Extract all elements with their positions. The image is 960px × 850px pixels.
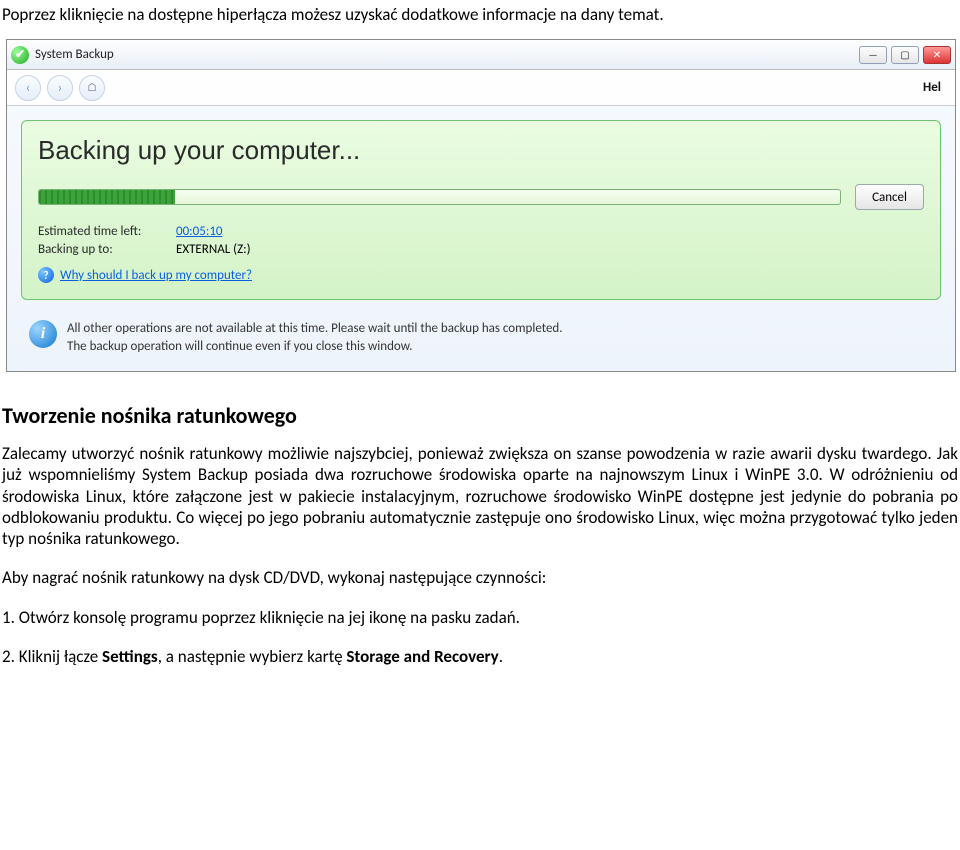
cancel-button[interactable]: Cancel	[855, 184, 924, 210]
info-line-1: All other operations are not available a…	[67, 320, 563, 338]
minimize-button[interactable]: —	[859, 46, 887, 64]
app-icon: ✔	[11, 46, 29, 64]
target-value: EXTERNAL (Z:)	[176, 242, 251, 257]
paragraph-2: Aby nagrać nośnik ratunkowy na dysk CD/D…	[2, 567, 958, 588]
backup-panel: Backing up your computer... Cancel Estim…	[21, 120, 941, 300]
why-backup-link[interactable]: Why should I back up my computer?	[60, 268, 252, 283]
home-icon[interactable]: ⌂	[79, 75, 105, 101]
close-button[interactable]: ✕	[923, 46, 951, 64]
nav-bar: ‹ › ⌂ Hel	[7, 70, 955, 106]
titlebar: ✔ System Backup — ▢ ✕	[7, 40, 955, 70]
info-line-2: The backup operation will continue even …	[67, 338, 563, 356]
paragraph-1: Zalecamy utworzyć nośnik ratunkowy możli…	[2, 443, 958, 549]
help-menu[interactable]: Hel	[923, 80, 941, 95]
info-bar: i All other operations are not available…	[7, 310, 955, 371]
target-label: Backing up to:	[38, 242, 168, 257]
maximize-button[interactable]: ▢	[891, 46, 919, 64]
window-title: System Backup	[35, 47, 859, 62]
panel-title: Backing up your computer...	[38, 135, 924, 166]
system-backup-window: ✔ System Backup — ▢ ✕ ‹ › ⌂ Hel Backing …	[6, 39, 956, 372]
section-heading: Tworzenie nośnika ratunkowego	[2, 402, 958, 429]
step-1: 1. Otwórz konsolę programu poprzez klikn…	[2, 607, 958, 628]
estimated-label: Estimated time left:	[38, 224, 168, 239]
help-icon: ?	[38, 267, 54, 283]
nav-back-icon[interactable]: ‹	[15, 75, 41, 101]
progress-fill	[39, 190, 175, 204]
progress-bar	[38, 189, 841, 205]
nav-forward-icon[interactable]: ›	[47, 75, 73, 101]
estimated-value[interactable]: 00:05:10	[176, 224, 223, 239]
intro-text: Poprzez kliknięcie na dostępne hiperłącz…	[0, 0, 960, 35]
step-2: 2. Kliknij łącze Settings, a następnie w…	[2, 646, 958, 667]
info-icon: i	[29, 320, 57, 348]
